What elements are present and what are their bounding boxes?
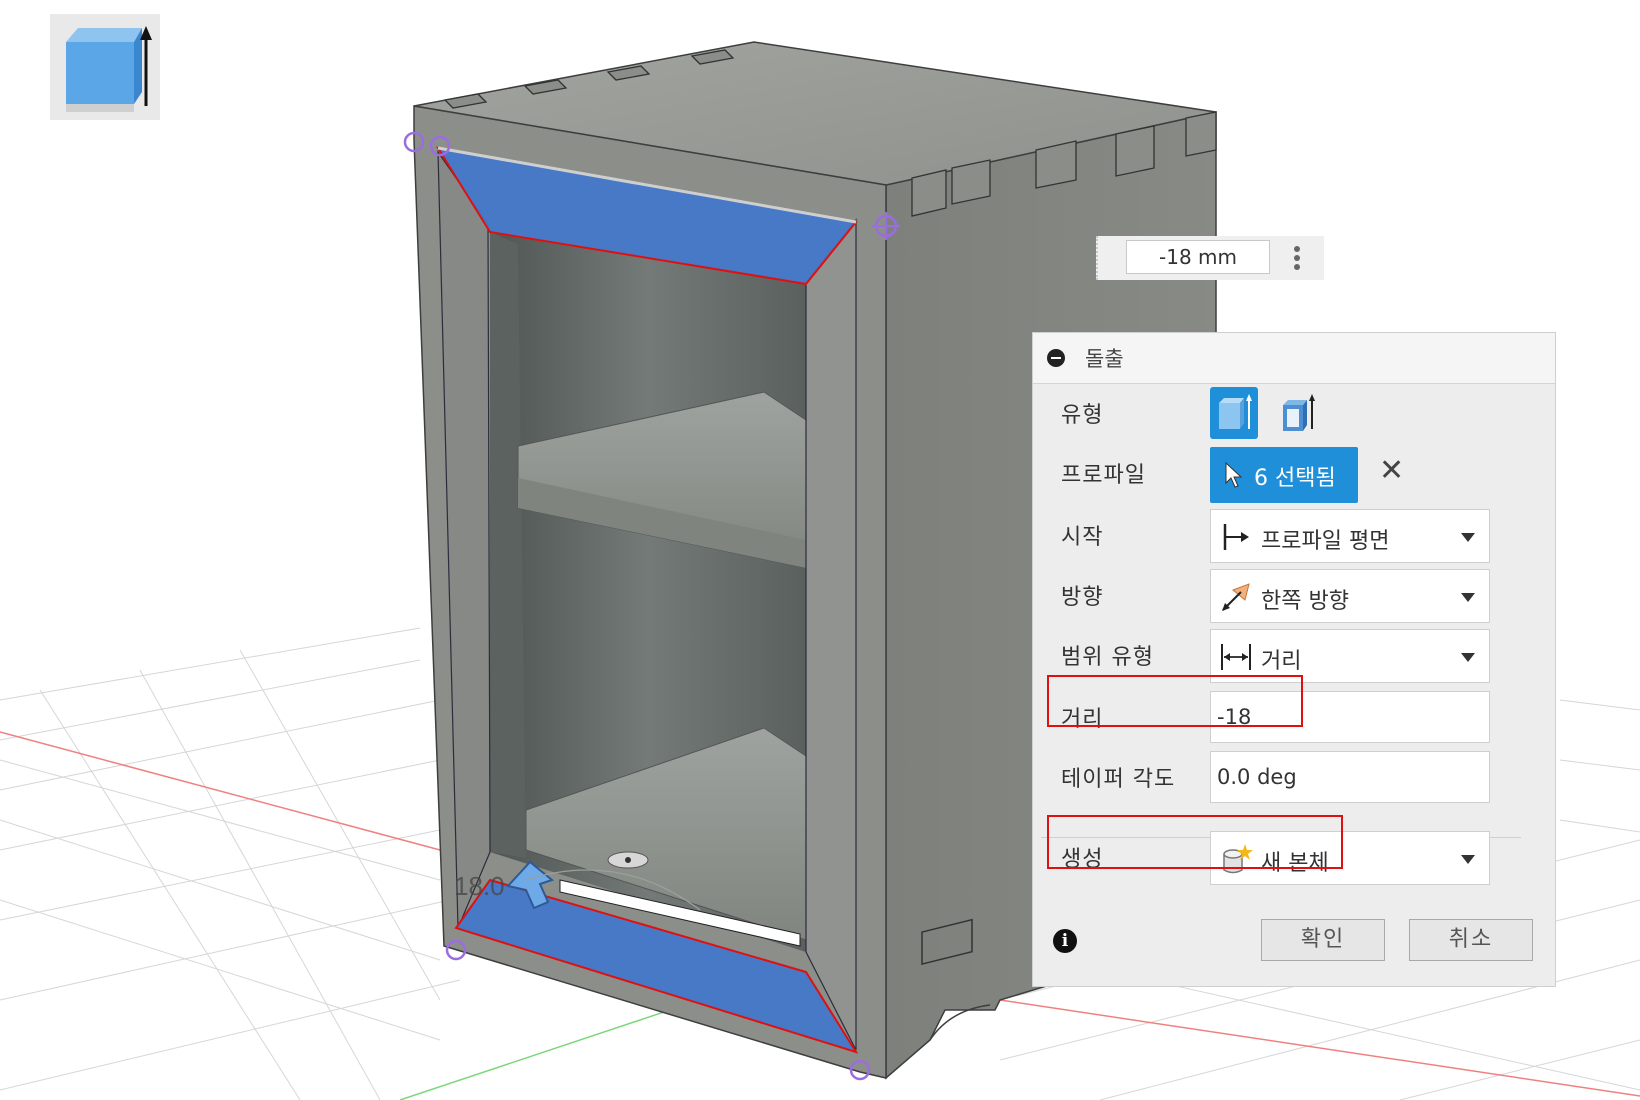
profile-selection-button[interactable]: 6 선택됨 [1210, 447, 1358, 503]
distance-input[interactable]: -18 [1210, 691, 1490, 743]
collapse-icon[interactable] [1047, 349, 1065, 367]
operation-select[interactable]: 새 본체 [1210, 831, 1490, 885]
row-type: 유형 [1033, 383, 1555, 443]
profile-label: 프로파일 [1061, 463, 1146, 488]
profile-plane-icon [1223, 524, 1249, 550]
profile-selection-count: 6 선택됨 [1254, 466, 1336, 491]
extent-type-label: 범위 유형 [1061, 645, 1154, 670]
info-icon[interactable]: i [1053, 929, 1077, 953]
cursor-arrow-icon [1225, 461, 1243, 488]
row-direction: 방향 한쪽 방향 [1033, 565, 1555, 625]
row-extent-type: 범위 유형 거리 [1033, 625, 1555, 685]
solid-extrude-icon [1219, 394, 1252, 429]
start-label: 시작 [1061, 525, 1104, 550]
type-solid-button[interactable] [1210, 387, 1258, 439]
one-side-direction-icon [1222, 583, 1250, 611]
dialog-title: 돌출 [1085, 347, 1124, 371]
frame-right-post [805, 218, 857, 1051]
direction-select[interactable]: 한쪽 방향 [1210, 569, 1490, 623]
extrude-dialog: 돌출 유형 프로파일 6 선택됨 ✕ 시작 프로파일 평면 방향 한쪽 방향 범… [1032, 332, 1556, 987]
dialog-header: 돌출 [1033, 333, 1555, 384]
type-label: 유형 [1061, 403, 1104, 428]
distance-extent-icon [1221, 644, 1251, 670]
row-distance: 거리 -18 [1033, 687, 1555, 747]
extrude-tool-icon [50, 14, 160, 120]
type-thin-button[interactable] [1273, 387, 1321, 439]
direction-label: 방향 [1061, 585, 1104, 610]
row-start: 시작 프로파일 평면 [1033, 505, 1555, 565]
x-axis-line [0, 731, 441, 851]
new-body-icon [1223, 844, 1253, 874]
row-operation: 생성 새 본체 [1033, 827, 1555, 887]
row-profile: 프로파일 6 선택됨 ✕ [1033, 443, 1555, 503]
taper-angle-label: 테이퍼 각도 [1061, 767, 1176, 792]
y-axis-line [399, 999, 701, 1100]
thin-extrude-icon [1283, 394, 1315, 431]
operation-select-value: 새 본체 [1261, 851, 1329, 876]
distance-manipulator: -18 mm [1096, 236, 1324, 280]
viewport-dimension-label: 18.0 [454, 871, 505, 901]
chevron-down-icon [1461, 653, 1475, 662]
distance-manipulator-input[interactable]: -18 mm [1126, 240, 1270, 274]
chevron-down-icon [1461, 593, 1475, 602]
row-taper-angle: 테이퍼 각도 0.0 deg [1033, 747, 1555, 807]
chevron-down-icon [1461, 855, 1475, 864]
direction-select-value: 한쪽 방향 [1261, 589, 1349, 614]
ok-button[interactable]: 확인 [1261, 919, 1385, 961]
extent-type-select-value: 거리 [1261, 649, 1302, 674]
chevron-down-icon [1461, 533, 1475, 542]
cancel-button[interactable]: 취소 [1409, 919, 1533, 961]
clear-selection-icon[interactable]: ✕ [1379, 453, 1404, 489]
operation-label: 생성 [1061, 847, 1104, 872]
extent-type-select[interactable]: 거리 [1210, 629, 1490, 683]
distance-label: 거리 [1061, 707, 1104, 732]
more-options-icon[interactable] [1290, 244, 1304, 272]
x-axis-line-right [999, 999, 1640, 1097]
taper-angle-input[interactable]: 0.0 deg [1210, 751, 1490, 803]
start-select-value: 프로파일 평면 [1261, 529, 1390, 554]
start-select[interactable]: 프로파일 평면 [1210, 509, 1490, 563]
